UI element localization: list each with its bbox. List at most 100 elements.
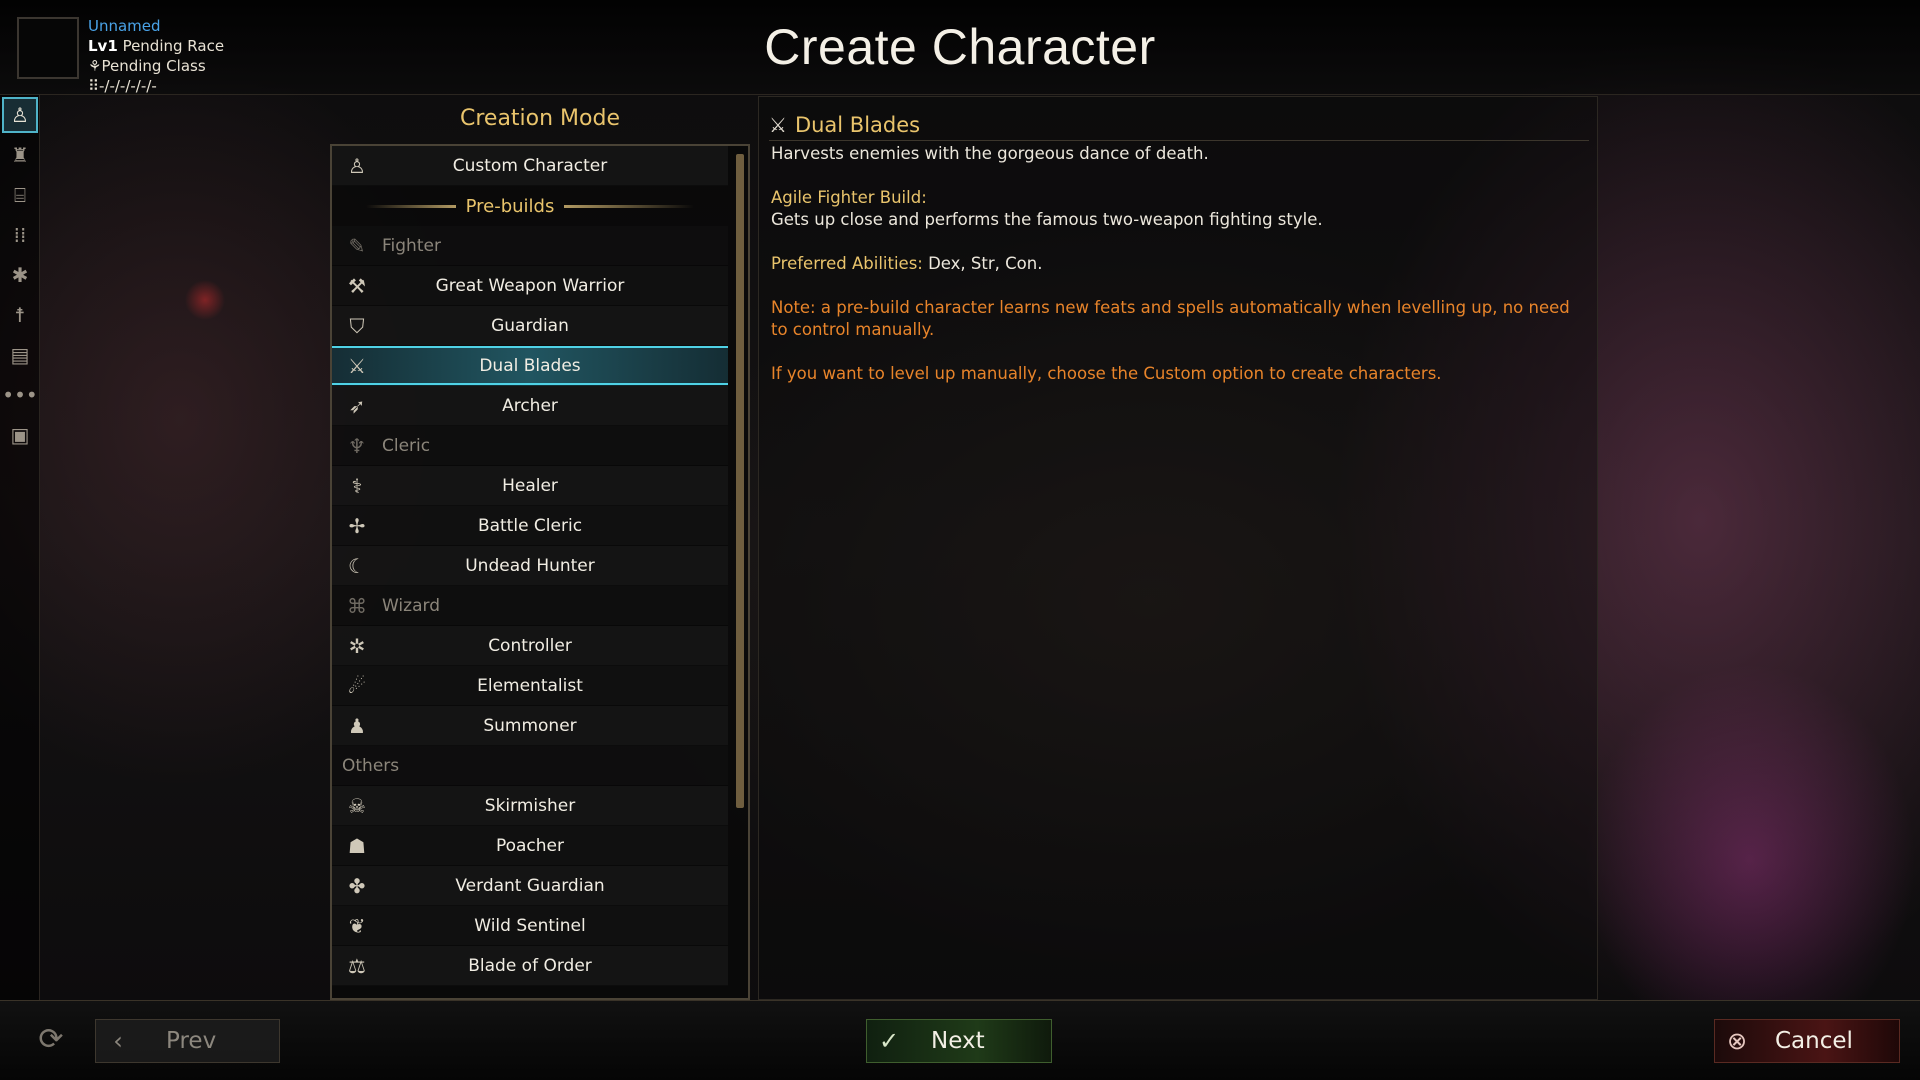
- magic-book-icon: ⌘: [347, 594, 367, 618]
- quill-sword-icon: ✎: [348, 234, 366, 258]
- bottom-bar: ⟳ ‹ Prev ✓ Next ⊗ Cancel: [0, 1000, 1920, 1080]
- prebuild-option[interactable]: ✤ Verdant Guardian: [332, 866, 728, 906]
- abilities-text: Dex, Str, Con.: [922, 254, 1043, 273]
- abilities-section: Preferred Abilities: Dex, Str, Con.: [771, 253, 1591, 275]
- custom-character-label: Custom Character: [452, 155, 608, 176]
- axe-icon: ⚒: [348, 274, 366, 298]
- creation-mode-title: Creation Mode: [459, 106, 620, 131]
- custom-character-option[interactable]: ♙ Custom Character: [332, 146, 728, 186]
- prebuild-option-label: Verdant Guardian: [455, 875, 605, 896]
- step-abilities-figure-stars-icon[interactable]: ✱: [2, 257, 38, 293]
- prev-button[interactable]: ‹ Prev: [95, 1019, 280, 1063]
- check-circle-icon: ✓: [878, 1027, 900, 1055]
- hooded-figure-icon: ☗: [348, 834, 366, 858]
- description-intro: Harvests enemies with the gorgeous dance…: [771, 144, 1209, 163]
- chevron-left-icon: ‹: [113, 1027, 123, 1055]
- category-label: Others: [342, 755, 400, 776]
- prebuild-option-label: Skirmisher: [484, 795, 576, 816]
- fireball-icon: ☄: [348, 674, 366, 698]
- caduceus-icon: ⚕: [351, 474, 363, 498]
- build-text: Gets up close and performs the famous tw…: [771, 210, 1323, 229]
- cancel-label: Cancel: [1775, 1028, 1853, 1054]
- step-sidebar: ♙ ♜ ⌸ ⁞⁞ ✱ ☨ ▤ ••• ▣: [0, 95, 40, 1000]
- next-button[interactable]: ✓ Next: [866, 1019, 1052, 1063]
- prebuild-option-label: Elementalist: [477, 675, 583, 696]
- character-abilities-line: ⠿-/-/-/-/-/-: [88, 76, 224, 96]
- step-race-armored-figure-icon[interactable]: ♜: [2, 137, 38, 173]
- build-section: Agile Fighter Build: Gets up close and p…: [771, 187, 1591, 231]
- prebuild-option-label: Archer: [502, 395, 558, 416]
- leaf-bow-icon: ❦: [348, 914, 366, 938]
- category-label: Wizard: [382, 595, 440, 616]
- build-label: Agile Fighter Build:: [771, 188, 927, 207]
- prebuild-option[interactable]: ✢ Battle Cleric: [332, 506, 728, 546]
- abilities-label: Preferred Abilities:: [771, 254, 923, 273]
- hooded-blades-icon: ☠: [348, 794, 366, 818]
- list-rows: ♙ Custom Character Pre-builds ✎ Fighter ⚒ G…: [332, 146, 748, 986]
- category-header: ♆ Cleric: [332, 426, 728, 466]
- prebuild-option[interactable]: ♟ Summoner: [332, 706, 728, 746]
- leaf-blades-icon: ✤: [348, 874, 366, 898]
- scythe-icon: ☾: [348, 554, 366, 578]
- bow-icon: ➶: [348, 394, 366, 418]
- cancel-button[interactable]: ⊗ Cancel: [1714, 1019, 1900, 1063]
- prebuild-option[interactable]: ☾ Undead Hunter: [332, 546, 728, 586]
- prebuild-option[interactable]: ⚔ Dual Blades: [332, 346, 728, 386]
- step-more-dots-icon[interactable]: •••: [2, 377, 38, 413]
- prebuild-option-label: Summoner: [483, 715, 577, 736]
- description-body: Harvests enemies with the gorgeous dance…: [771, 143, 1591, 407]
- prev-label: Prev: [166, 1028, 217, 1054]
- step-class-grid-dots-icon[interactable]: ⁞⁞: [2, 217, 38, 253]
- prebuild-option[interactable]: ⚒ Great Weapon Warrior: [332, 266, 728, 306]
- prebuild-option[interactable]: ⛉ Guardian: [332, 306, 728, 346]
- prebuild-option[interactable]: ☗ Poacher: [332, 826, 728, 866]
- category-header: Others: [332, 746, 728, 786]
- prebuild-option[interactable]: ➶ Archer: [332, 386, 728, 426]
- scales-icon: ⚖: [348, 954, 366, 978]
- step-summary-id-card-icon[interactable]: ▣: [2, 417, 38, 453]
- prebuild-option[interactable]: ⚖ Blade of Order: [332, 946, 728, 986]
- description-panel: ⚔ Dual Blades Harvests enemies with the …: [758, 96, 1598, 1000]
- prebuild-option-label: Battle Cleric: [477, 515, 583, 536]
- mace-icon: ✢: [348, 514, 366, 538]
- prebuild-option-label: Great Weapon Warrior: [435, 275, 625, 296]
- category-label: Fighter: [382, 235, 441, 256]
- marionette-icon: ✲: [348, 634, 366, 658]
- prebuild-option[interactable]: ✲ Controller: [332, 626, 728, 666]
- person-icon: ♙: [348, 154, 366, 178]
- next-label: Next: [931, 1028, 985, 1054]
- category-header: ⌘ Wizard: [332, 586, 728, 626]
- crossed-swords-icon: ⚔: [348, 354, 366, 378]
- prebuild-option[interactable]: ☄ Elementalist: [332, 666, 728, 706]
- prebuild-option-label: Controller: [488, 635, 572, 656]
- shield-icon: ⛉: [349, 314, 365, 338]
- group-icon: ♟: [348, 714, 366, 738]
- step-creation-mode-person-icon[interactable]: ♙: [2, 97, 38, 133]
- creation-mode-list: ♙ Custom Character Pre-builds ✎ Fighter ⚒ G…: [330, 144, 750, 1000]
- prebuilds-label: Pre-builds: [465, 195, 555, 217]
- prebuild-option-label: Dual Blades: [479, 355, 581, 376]
- prebuild-option-label: Healer: [502, 475, 558, 496]
- description-title: Dual Blades: [794, 112, 921, 137]
- page-title: Create Character: [764, 19, 1156, 75]
- step-skills-figure-arms-icon[interactable]: ☨: [2, 297, 38, 333]
- prebuild-option[interactable]: ⚕ Healer: [332, 466, 728, 506]
- step-spells-spellbook-icon[interactable]: ▤: [2, 337, 38, 373]
- prebuild-option-label: Wild Sentinel: [474, 915, 586, 936]
- step-background-book-stand-icon[interactable]: ⌸: [2, 177, 38, 213]
- character-abilities: -/-/-/-/-/-: [99, 77, 157, 95]
- close-circle-icon: ⊗: [1726, 1027, 1748, 1055]
- manual-hint: If you want to level up manually, choose…: [771, 364, 1442, 383]
- prebuild-note: Note: a pre-build character learns new f…: [771, 298, 1570, 339]
- category-header: ✎ Fighter: [332, 226, 728, 266]
- prebuild-option[interactable]: ☠ Skirmisher: [332, 786, 728, 826]
- crossed-swords-icon: ⚔: [769, 112, 787, 137]
- prebuild-option[interactable]: ❦ Wild Sentinel: [332, 906, 728, 946]
- prebuild-option-label: Poacher: [495, 835, 565, 856]
- reset-refresh-icon[interactable]: ⟳: [34, 1023, 68, 1057]
- list-scrollbar[interactable]: [736, 154, 744, 808]
- winged-helm-icon: ♆: [348, 434, 366, 458]
- description-header: ⚔ Dual Blades: [769, 109, 1589, 141]
- prebuild-option-label: Undead Hunter: [465, 555, 595, 576]
- prebuild-option-label: Blade of Order: [468, 955, 592, 976]
